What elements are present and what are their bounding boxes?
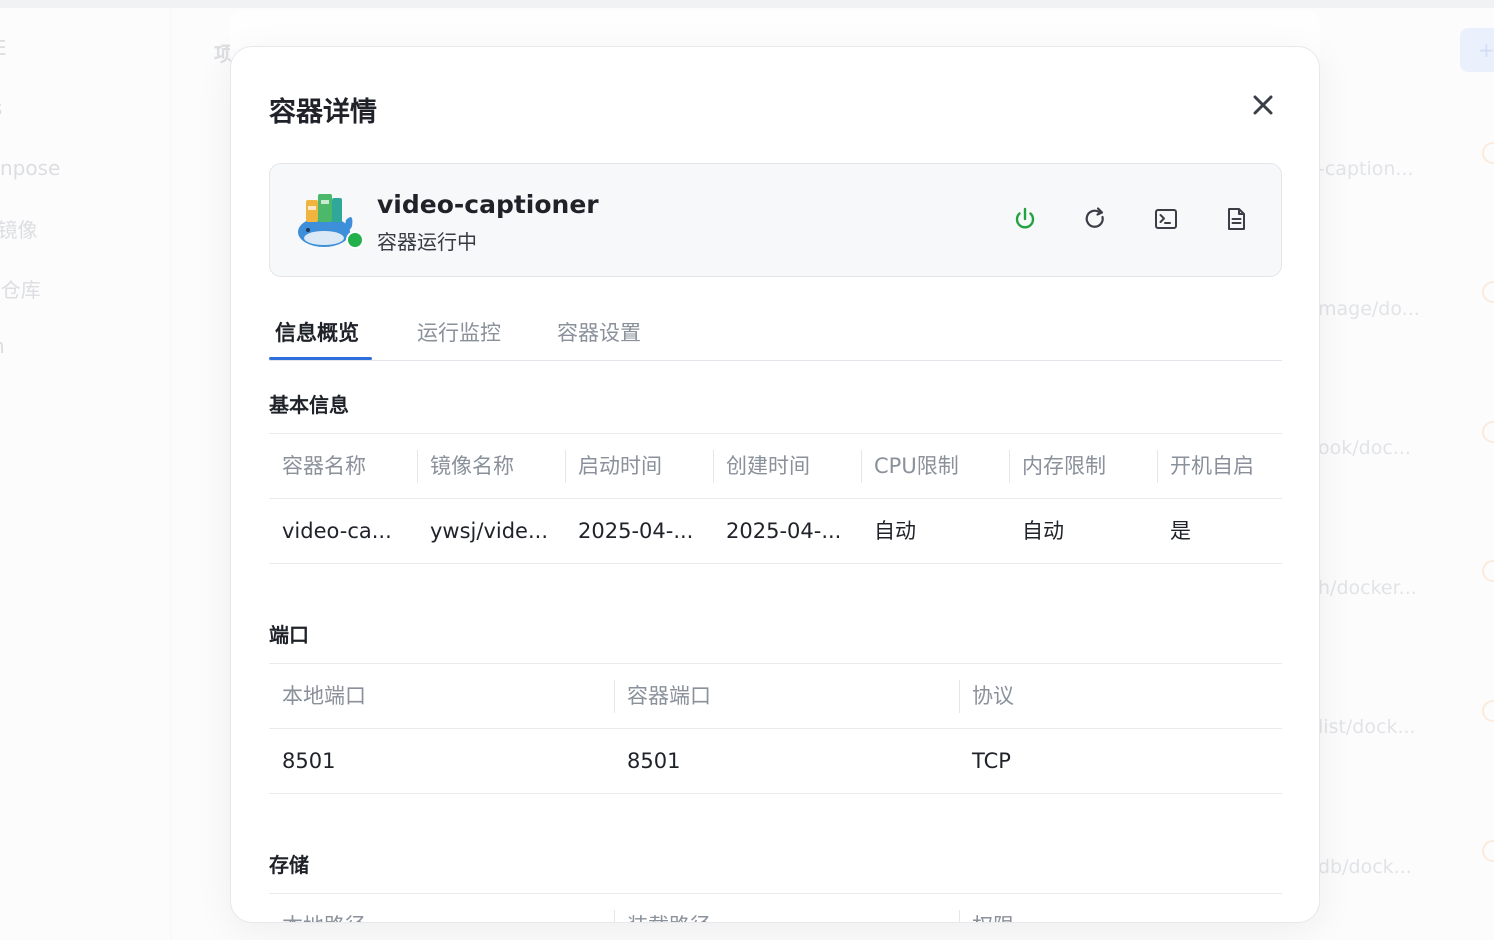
table-cell: 8501 xyxy=(282,749,336,773)
close-icon[interactable] xyxy=(1249,91,1277,119)
table-header-cell: 启动时间 xyxy=(565,434,713,499)
table-header: 容器名称 镜像名称 启动时间 创建时间 CPU限制 内存限制 开机自启 xyxy=(269,434,1282,499)
table-cell: video-ca... xyxy=(282,519,392,543)
table-header-cell: 权限 xyxy=(959,894,1282,922)
tab-settings[interactable]: 容器设置 xyxy=(557,317,641,347)
container-name: video-captioner xyxy=(377,190,599,219)
table-header-cell: 装载路径 xyxy=(614,894,959,922)
storage-table: 本地路径 装载路径 权限 xyxy=(269,893,1282,922)
basic-info-table: 容器名称 镜像名称 启动时间 创建时间 CPU限制 内存限制 开机自启 vide… xyxy=(269,433,1282,564)
terminal-button[interactable] xyxy=(1152,205,1180,233)
detail-tabs: 信息概览 运行监控 容器设置 xyxy=(269,309,1282,361)
ports-table: 本地端口 容器端口 协议 8501 8501 TCP xyxy=(269,663,1282,794)
table-cell: 2025-04-... xyxy=(578,519,694,543)
table-header-cell: 本地端口 xyxy=(282,684,366,708)
dialog-title: 容器详情 xyxy=(269,97,377,128)
table-row: 8501 8501 TCP xyxy=(269,729,1282,794)
log-button[interactable] xyxy=(1222,205,1250,233)
table-cell: 自动 xyxy=(1022,519,1064,543)
table-header-cell: 本地路径 xyxy=(269,894,614,922)
basic-info-title: 基本信息 xyxy=(269,393,349,417)
running-status-dot xyxy=(346,231,364,249)
table-cell: ywsj/vide... xyxy=(430,519,548,543)
table-header: 本地端口 容器端口 协议 xyxy=(269,664,1282,729)
table-header: 本地路径 装载路径 权限 xyxy=(269,894,1282,922)
restart-button[interactable] xyxy=(1081,205,1109,233)
table-header-cell: 容器名称 xyxy=(282,454,366,478)
table-row: video-ca... ywsj/vide... 2025-04-... 202… xyxy=(269,499,1282,564)
log-icon xyxy=(1228,208,1245,230)
restart-icon xyxy=(1085,207,1104,228)
table-cell: 自动 xyxy=(874,519,916,543)
tab-overview[interactable]: 信息概览 xyxy=(275,317,359,347)
table-header-cell: 创建时间 xyxy=(713,434,861,499)
table-header-cell: 镜像名称 xyxy=(417,434,565,499)
ports-title: 端口 xyxy=(269,623,309,647)
table-cell: 是 xyxy=(1170,519,1191,543)
active-tab-indicator xyxy=(269,357,372,360)
table-header-cell: 容器端口 xyxy=(614,664,959,729)
terminal-icon xyxy=(1155,209,1177,229)
power-icon xyxy=(1015,207,1035,229)
table-cell: 2025-04-... xyxy=(726,519,842,543)
container-detail-dialog: 容器详情 video-captioner 容器运行中 信息概览 运行监控 容器设… xyxy=(230,46,1320,923)
table-cell: 8501 xyxy=(627,749,681,773)
tab-monitoring[interactable]: 运行监控 xyxy=(417,317,501,347)
table-header-cell: 开机自启 xyxy=(1157,434,1282,499)
table-header-cell: 内存限制 xyxy=(1009,434,1157,499)
table-header-cell: CPU限制 xyxy=(861,434,1009,499)
container-status: 容器运行中 xyxy=(377,230,477,254)
container-summary-card: video-captioner 容器运行中 xyxy=(269,163,1282,277)
table-header-cell: 协议 xyxy=(959,664,1282,729)
table-cell: TCP xyxy=(972,749,1011,773)
power-button[interactable] xyxy=(1011,205,1039,233)
storage-title: 存储 xyxy=(269,853,309,877)
